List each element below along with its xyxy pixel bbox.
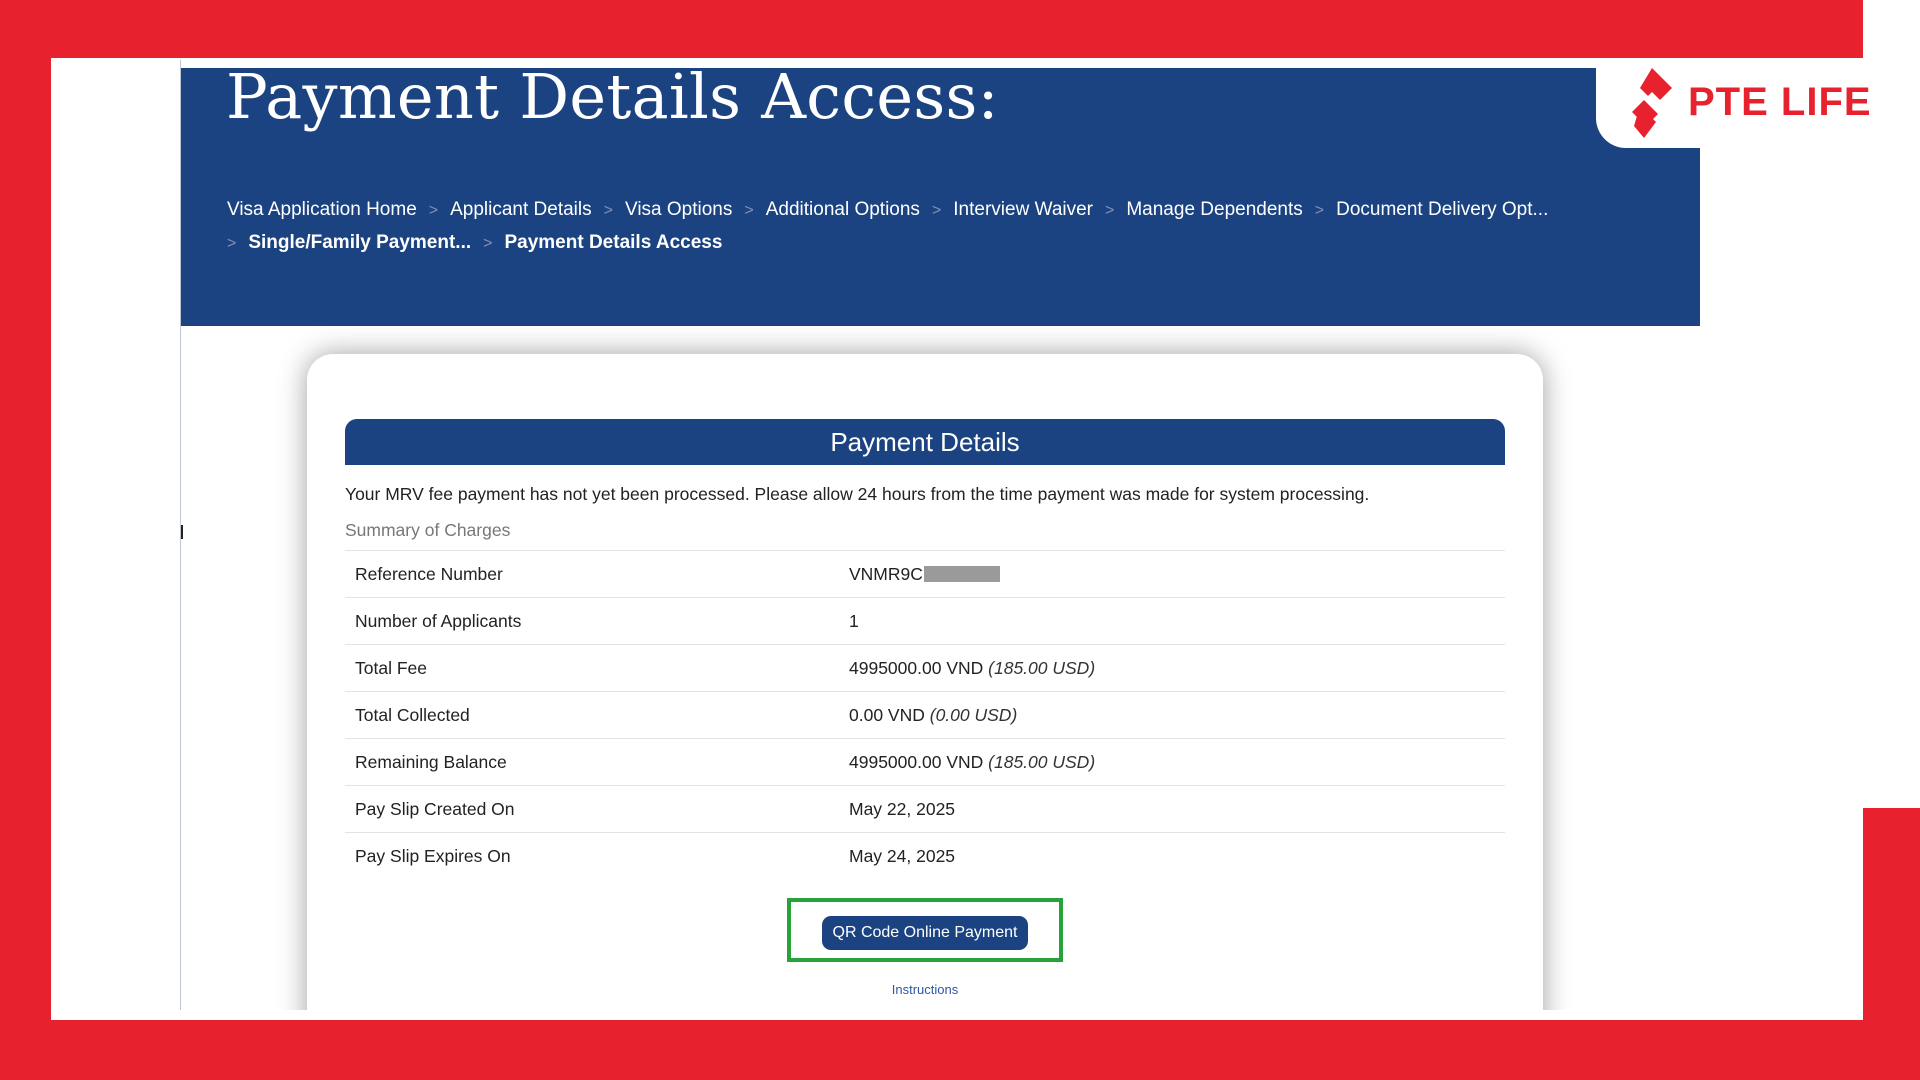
charges-table: Reference Number VNMR9C Number of Applic… — [345, 550, 1505, 879]
crumb-separator: > — [744, 202, 754, 219]
decor-corner-top-left — [0, 0, 460, 58]
processing-notice: Your MRV fee payment has not yet been pr… — [345, 484, 1370, 504]
brand-logo: PTE LIFE — [1596, 60, 1920, 148]
row-value: 4995000.00 VND (185.00 USD) — [839, 644, 1505, 692]
crumb-document-delivery[interactable]: Document Delivery Opt... — [1336, 199, 1548, 220]
table-row: Reference Number VNMR9C — [345, 550, 1505, 598]
row-label: Reference Number — [345, 550, 839, 598]
breadcrumb: Visa Application Home > Applicant Details >… — [227, 194, 1667, 260]
table-row: Total Collected 0.00 VND (0.00 USD) — [345, 691, 1505, 739]
table-row: Pay Slip Created On May 22, 2025 — [345, 785, 1505, 833]
table-row: Number of Applicants 1 — [345, 597, 1505, 645]
crumb-separator: > — [1105, 202, 1115, 219]
table-row: Remaining Balance 4995000.00 VND (185.00… — [345, 738, 1505, 786]
page-title: Payment Details Access: — [226, 60, 999, 133]
amount-usd: (185.00 USD) — [988, 751, 1096, 772]
crumb-separator: > — [603, 202, 613, 219]
amount-usd: (0.00 USD) — [929, 704, 1018, 725]
crumb-separator: > — [428, 202, 439, 219]
amount-usd: (185.00 USD) — [988, 657, 1096, 678]
amount: 4995000.00 VND — [849, 657, 984, 678]
highlight-box: QR Code Online Payment — [787, 898, 1063, 962]
row-label: Total Fee — [345, 644, 839, 692]
crumb-single-family-payment[interactable]: Single/Family Payment... — [248, 232, 471, 253]
payment-details-card: Payment Details Your MRV fee payment has… — [307, 354, 1543, 1010]
row-value: 0.00 VND (0.00 USD) — [839, 691, 1505, 739]
crumb-applicant-details[interactable]: Applicant Details — [450, 199, 592, 220]
row-label: Pay Slip Expires On — [345, 832, 839, 879]
browser-screenshot: Payment Details Access: Visa Application… — [180, 60, 1701, 1010]
crumb-separator: > — [483, 235, 493, 252]
summary-title: Summary of Charges — [345, 520, 511, 540]
row-value: May 24, 2025 — [839, 832, 1505, 879]
crumb-visa-application-home[interactable]: Visa Application Home — [227, 199, 417, 220]
pte-life-logo-icon — [1632, 68, 1672, 138]
row-label: Number of Applicants — [345, 597, 839, 645]
row-value: VNMR9C — [839, 550, 1505, 598]
crumb-separator: > — [1314, 202, 1325, 219]
decor-corner-bottom-right — [1863, 808, 1920, 1080]
crumb-interview-waiver[interactable]: Interview Waiver — [953, 199, 1093, 220]
crumb-separator: > — [931, 202, 942, 219]
brand-name: PTE LIFE — [1688, 80, 1872, 124]
crumb-manage-dependents[interactable]: Manage Dependents — [1126, 199, 1302, 220]
reference-number: VNMR9C — [849, 563, 923, 584]
row-value: 4995000.00 VND (185.00 USD) — [839, 738, 1505, 786]
row-value: May 22, 2025 — [839, 785, 1505, 833]
qr-code-payment-button[interactable]: QR Code Online Payment — [822, 916, 1028, 950]
row-label: Pay Slip Created On — [345, 785, 839, 833]
crumb-payment-details-access: Payment Details Access — [504, 232, 723, 253]
redacted-block — [923, 565, 1000, 582]
amount: 4995000.00 VND — [849, 751, 984, 772]
table-row: Pay Slip Expires On May 24, 2025 — [345, 832, 1505, 879]
table-row: Total Fee 4995000.00 VND (185.00 USD) — [345, 644, 1505, 692]
crumb-visa-options[interactable]: Visa Options — [625, 199, 732, 220]
card-title: Payment Details — [345, 419, 1505, 465]
page-banner: Payment Details Access: Visa Application… — [181, 60, 1700, 326]
text-cursor — [181, 525, 183, 539]
row-value: 1 — [839, 597, 1505, 645]
row-label: Remaining Balance — [345, 738, 839, 786]
row-label: Total Collected — [345, 691, 839, 739]
crumb-additional-options[interactable]: Additional Options — [766, 199, 920, 220]
instructions-link[interactable]: Instructions — [307, 982, 1543, 997]
crumb-separator: > — [227, 235, 237, 252]
amount: 0.00 VND — [849, 704, 925, 725]
